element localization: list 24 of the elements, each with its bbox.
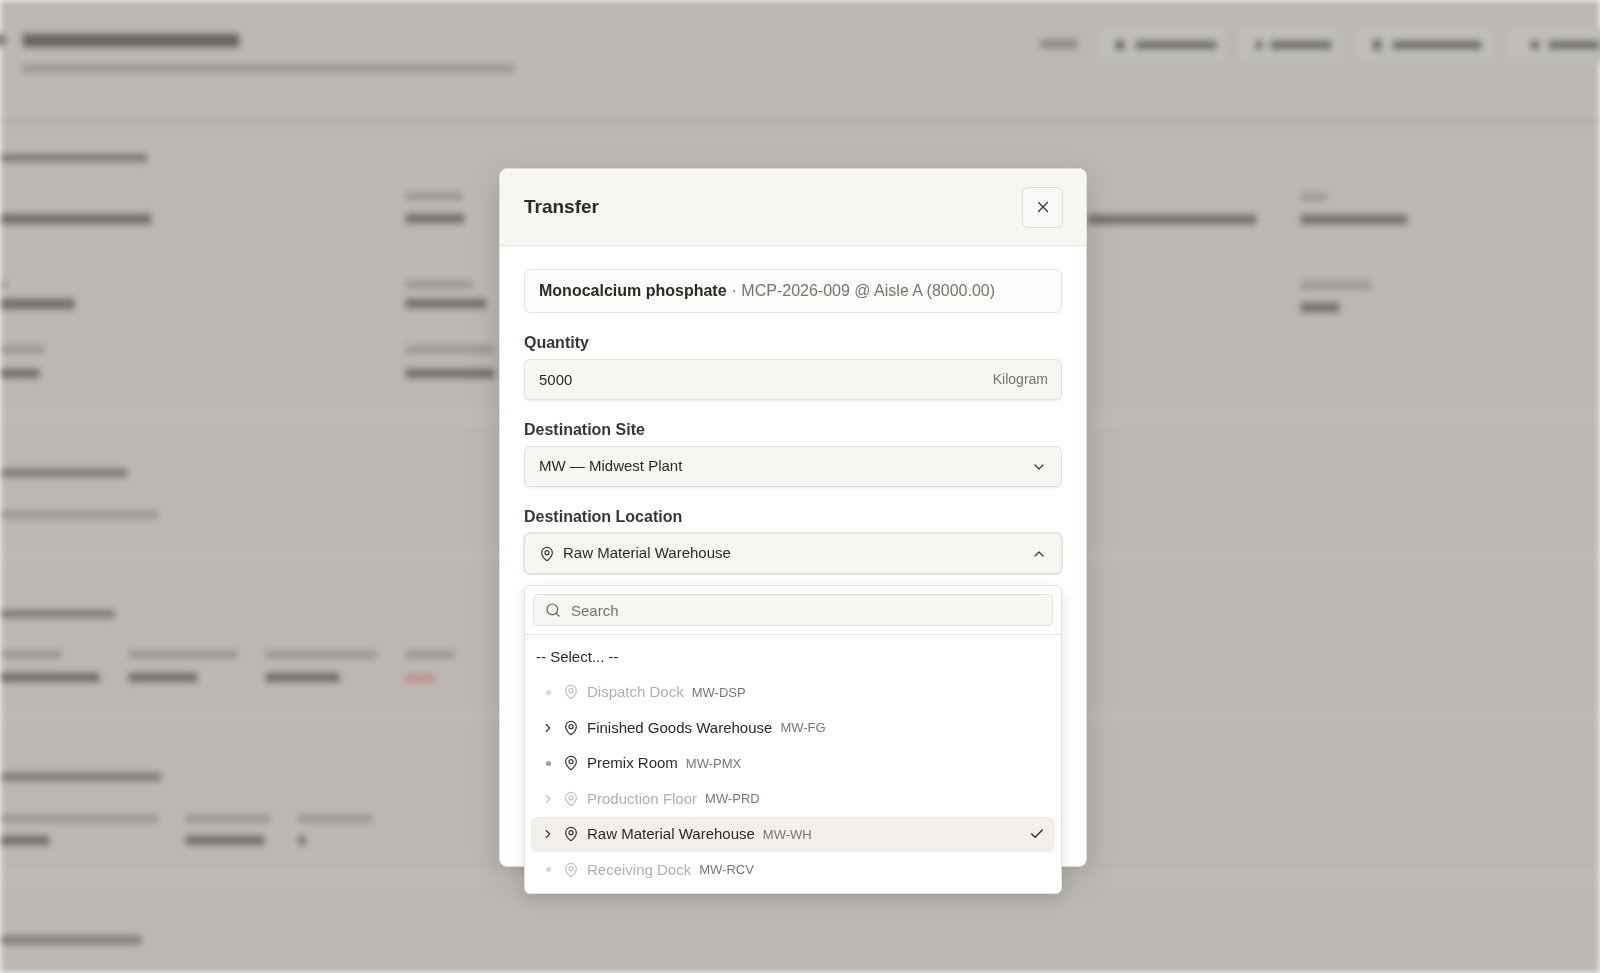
map-pin-icon [539, 545, 555, 562]
select-placeholder-option[interactable]: -- Select... -- [531, 639, 1055, 675]
close-button[interactable] [1022, 186, 1063, 228]
field-label: Quantity [524, 333, 590, 353]
source-item-summary: Monocalcium phosphate · MCP-2026-009 @ Aisle A (8000.00) [524, 269, 1062, 313]
map-pin-icon [563, 826, 579, 843]
map-pin-icon [563, 684, 579, 701]
search-field[interactable]: Search [533, 594, 1053, 626]
location-option[interactable]: Premix Room MW-PMX [531, 745, 1055, 781]
field-label: Destination Location [524, 507, 684, 527]
map-pin-icon [563, 861, 579, 878]
site-select[interactable]: MW — Midwest Plant [524, 446, 1062, 487]
bullet-icon [545, 760, 551, 766]
map-pin-icon [563, 719, 579, 736]
map-pin-icon [563, 755, 579, 772]
unit-label: Kilogram [992, 370, 1048, 389]
dialog-title: Transfer [524, 194, 599, 219]
bullet-icon [545, 689, 551, 695]
location-select[interactable]: Raw Material Warehouse [524, 533, 1062, 574]
location-option[interactable]: Finished Goods Warehouse MW-FG [531, 710, 1055, 746]
map-pin-icon [563, 790, 579, 807]
bullet-icon [545, 867, 551, 873]
field-label: Destination Site [524, 420, 646, 440]
location-option[interactable]: Raw Material Warehouse MW-WH [531, 816, 1055, 852]
